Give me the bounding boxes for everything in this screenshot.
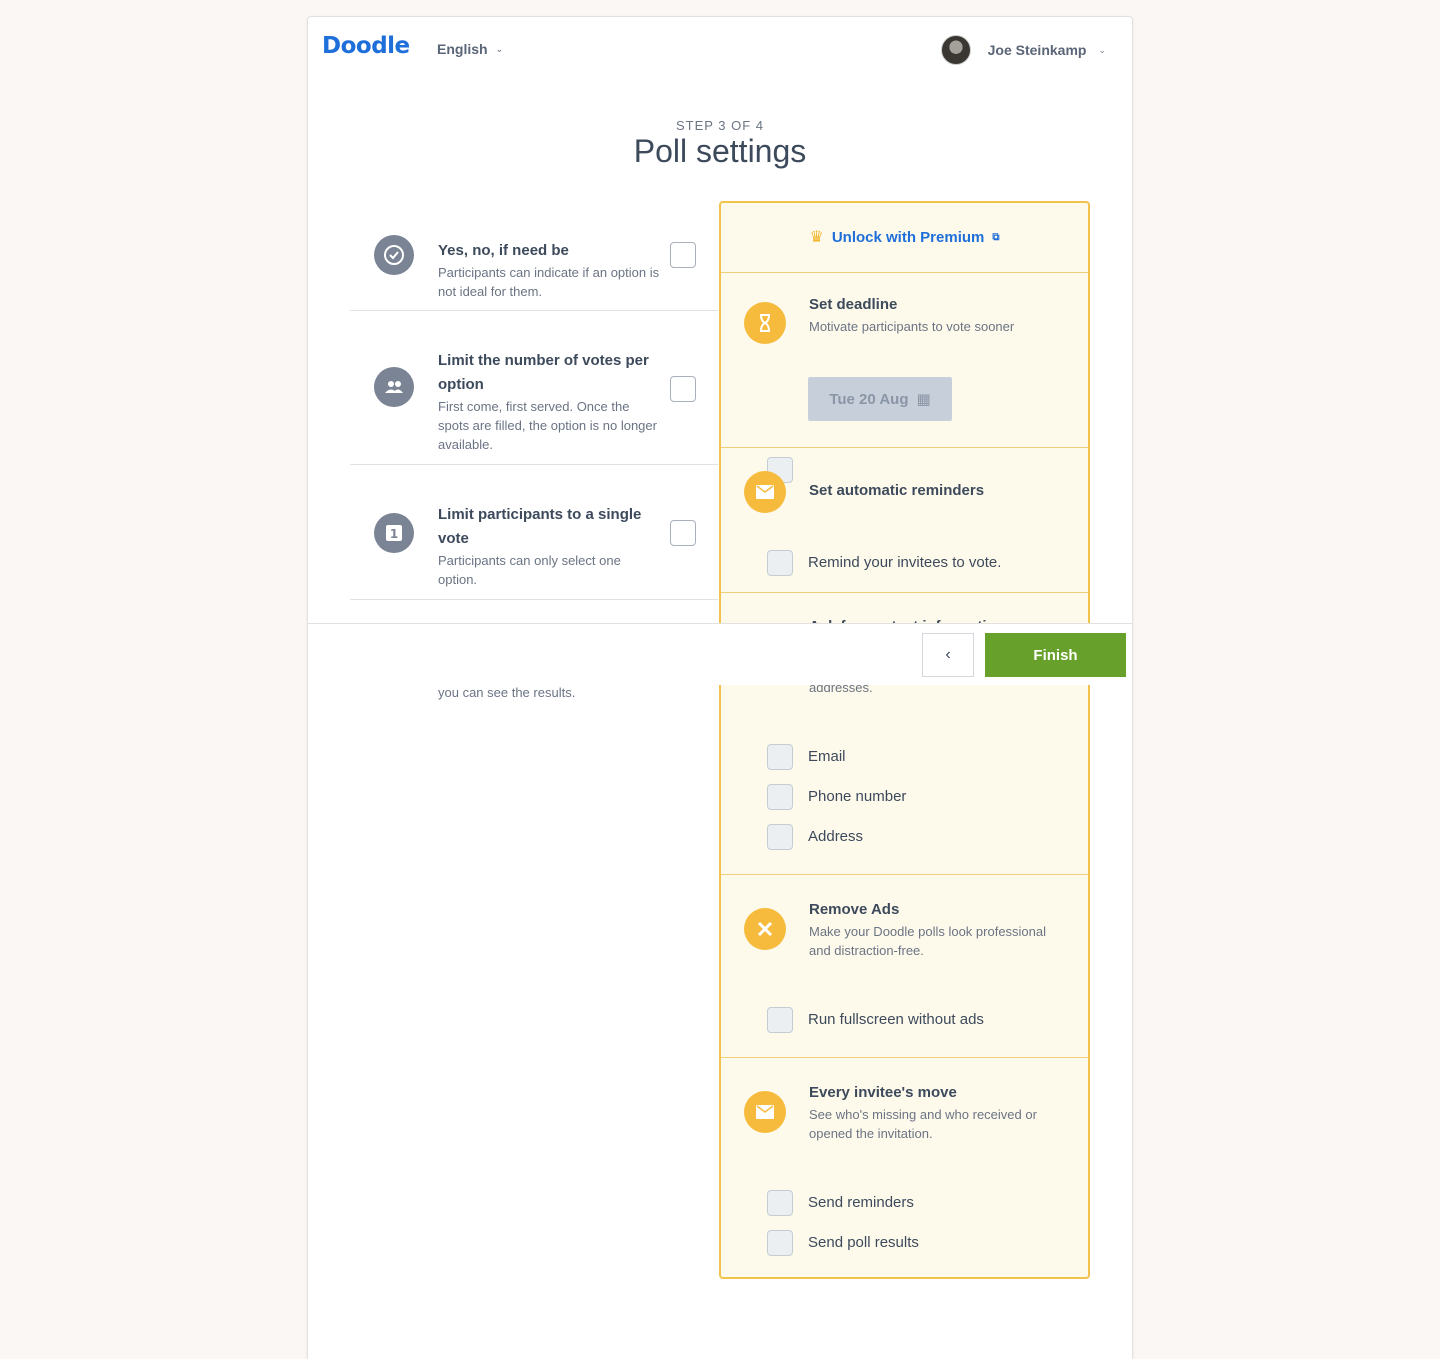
chevron-left-icon: ‹ <box>945 646 951 663</box>
step-indicator: STEP 3 OF 4 <box>675 118 765 133</box>
setting-limit-votes: Limit the number of votes per option Fir… <box>350 311 718 465</box>
send-results-checkbox[interactable] <box>767 1230 793 1256</box>
people-icon <box>374 367 414 407</box>
close-icon <box>744 908 786 950</box>
crown-icon: ♛ <box>809 229 824 246</box>
remove-ads-label: Run fullscreen without ads <box>808 1011 984 1028</box>
send-results-label: Send poll results <box>808 1234 919 1251</box>
reminders-checkbox[interactable] <box>767 550 793 576</box>
deadline-date-button[interactable]: Tue 20 Aug ▦ <box>808 377 952 421</box>
unlock-label: Unlock with Premium <box>831 228 985 246</box>
email-label: Email <box>808 748 846 765</box>
check-circle-icon <box>374 235 414 275</box>
premium-remove-ads: Remove Ads Make your Doodle polls look p… <box>721 875 1088 1058</box>
remove-ads-checkbox[interactable] <box>767 1007 793 1033</box>
address-label: Address <box>808 828 864 845</box>
finish-button[interactable]: Finish <box>985 633 1126 677</box>
premium-invitee-move: Every invitee's move See who's missing a… <box>721 1058 1088 1279</box>
address-checkbox[interactable] <box>767 824 793 850</box>
premium-deadline: Set deadline Motivate participants to vo… <box>721 273 1088 483</box>
avatar <box>940 35 971 65</box>
setting-checkbox[interactable] <box>670 242 696 268</box>
reminders-label: Remind your invitees to vote. <box>808 554 1002 571</box>
chevron-down-icon: ⌄ <box>1098 44 1106 55</box>
premium-title: Set deadline <box>809 296 898 313</box>
phone-label: Phone number <box>808 788 907 805</box>
chevron-down-icon: ⌄ <box>495 43 504 54</box>
premium-reminders: Set automatic reminders Remind your invi… <box>721 448 1088 593</box>
unlock-premium-link[interactable]: ♛ Unlock with Premium ⧉ <box>721 203 1088 271</box>
setting-yes-no-if-need-be: Yes, no, if need be Participants can ind… <box>350 201 718 311</box>
setting-single-vote: 1 Limit participants to a single vote Pa… <box>350 465 718 600</box>
email-checkbox[interactable] <box>767 744 793 770</box>
premium-description: Motivate participants to vote sooner <box>809 319 1015 334</box>
number-one-icon: 1 <box>374 513 414 553</box>
header: Doodle English ⌄ Joe Steinkamp ⌄ <box>308 17 1132 81</box>
premium-description: See who's missing and who received or op… <box>809 1107 1037 1141</box>
external-link-icon: ⧉ <box>992 231 1000 243</box>
setting-checkbox[interactable] <box>670 520 696 546</box>
premium-title: Remove Ads <box>809 901 900 918</box>
setting-checkbox[interactable] <box>670 376 696 402</box>
setting-description: Participants can only select one option. <box>438 553 621 587</box>
setting-description-partial: you can see the results. <box>438 685 576 700</box>
premium-description: Make your Doodle polls look professional… <box>809 924 1047 958</box>
language-selector[interactable]: English ⌄ <box>437 41 503 57</box>
doodle-logo[interactable]: Doodle <box>322 33 410 59</box>
svg-text:1: 1 <box>390 527 398 541</box>
user-menu[interactable]: Joe Steinkamp ⌄ <box>940 35 1106 65</box>
premium-panel: ♛ Unlock with Premium ⧉ Set deadline Mot… <box>719 201 1090 1279</box>
page-title: Poll settings <box>633 133 807 169</box>
setting-title: Limit the number of votes per option <box>438 352 649 393</box>
premium-title: Every invitee's move <box>809 1084 957 1101</box>
send-reminders-checkbox[interactable] <box>767 1190 793 1216</box>
setting-description: First come, first served. Once the spots… <box>438 399 657 452</box>
setting-title: Yes, no, if need be <box>438 242 569 259</box>
back-button[interactable]: ‹ <box>922 633 974 677</box>
send-reminders-label: Send reminders <box>808 1194 914 1211</box>
calendar-icon: ▦ <box>916 391 931 408</box>
footer-bar: ‹ Finish <box>308 623 1132 685</box>
setting-description: Participants can indicate if an option i… <box>438 265 660 299</box>
premium-title: Set automatic reminders <box>809 482 985 499</box>
envelope-icon <box>744 1091 786 1133</box>
envelope-icon <box>744 471 786 513</box>
phone-checkbox[interactable] <box>767 784 793 810</box>
user-name: Joe Steinkamp <box>987 42 1087 58</box>
main-card: Doodle English ⌄ Joe Steinkamp ⌄ STEP 3 … <box>307 16 1133 1359</box>
deadline-date: Tue 20 Aug <box>829 390 909 408</box>
setting-title: Limit participants to a single vote <box>438 506 642 547</box>
language-label: English <box>437 41 488 57</box>
hourglass-icon <box>744 302 786 344</box>
